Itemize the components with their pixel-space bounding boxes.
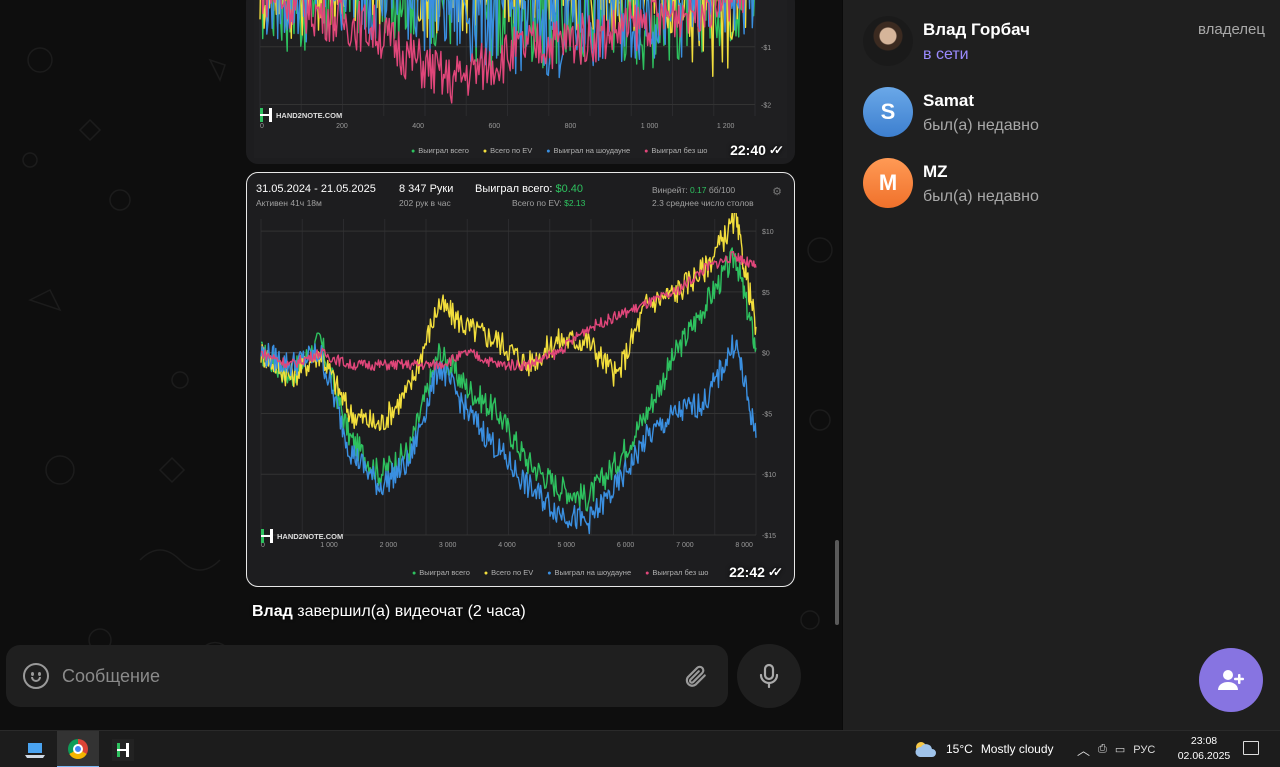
system-tray: ︿ ⎙ ▭ РУС [1077,740,1155,759]
hand2note-icon [112,738,134,761]
chrome-icon [68,738,88,759]
member-role: владелец [1197,21,1265,38]
taskbar-hand2note[interactable] [102,731,144,767]
chart-legend: Выиграл всего Всего по EV Выиграл на шоу… [411,146,707,155]
legend-item-showdown: Выиграл на шоудауне [546,146,630,155]
legend-item-showdown: Выиграл на шоудауне [547,568,631,577]
member-name: Samat [923,91,975,110]
avg-tables: 2.3 среднее число столов [652,198,754,208]
member-name: Влад Горбач [923,20,1031,39]
y-tick-label: $5 [762,290,770,297]
temperature: 15°C [946,742,973,756]
laptop-icon [25,742,45,758]
members-sidebar: Влад Горбач в сети владелец S Samat был(… [842,0,1280,730]
x-tick-label: 5 000 [558,542,576,549]
date-range: 31.05.2024 - 21.05.2025 [256,183,376,195]
message-input[interactable] [62,659,652,693]
message-time: 22:40 ✓✓ [730,142,784,158]
legend-item-won-total: Выиграл всего [411,146,469,155]
y-tick-label: -$15 [762,533,776,540]
y-axis-ticks [758,0,786,116]
hand2note-logo: HAND2NOTE.COM [261,529,343,543]
add-member-button[interactable] [1199,648,1263,712]
member-item-mz[interactable]: M MZ был(а) недавно [863,158,1263,210]
x-tick-label: 7 000 [676,542,694,549]
member-status: в сети [923,46,969,63]
network-icon[interactable]: ▭ [1115,743,1125,756]
chart-settings-gear-icon[interactable]: ⚙ [772,185,782,198]
taskbar-clock[interactable]: 23:08 02.06.2025 [1176,734,1232,764]
taskbar-chrome[interactable] [57,731,99,767]
member-status: был(а) недавно [923,117,1039,134]
taskbar-explorer[interactable] [14,731,56,767]
winrate: Винрейт: 0.17 бб/100 [652,185,736,195]
active-time: Активен 41ч 18м [256,198,322,208]
avatar [863,16,913,66]
weather-text: Mostly cloudy [980,742,1054,756]
member-status: был(а) недавно [923,188,1039,205]
tray-device-icon[interactable]: ⎙ [1098,743,1107,756]
y-tick-label: $10 [762,229,774,236]
x-tick-label: 3 000 [439,542,457,549]
legend-item-non-showdown: Выиграл без шо [645,568,708,577]
system-message-videochat: Влад завершил(а) видеочат (2 часа) [252,603,526,620]
y-tick-label: -$5 [762,411,772,418]
read-checkmarks-icon: ✓✓ [768,143,784,157]
chart-stats-header: 31.05.2024 - 21.05.2025 Активен 41ч 18м … [256,183,774,211]
x-tick-label: 8 000 [735,542,753,549]
hand2note-logo-icon [261,529,273,543]
windows-taskbar: 15°C Mostly cloudy ︿ ⎙ ▭ РУС 23:08 02.06… [0,730,1280,767]
chart-legend: Выиграл всего Всего по EV Выиграл на шоу… [412,568,708,577]
x-tick-label: 6 000 [617,542,635,549]
legend-item-non-showdown: Выиграл без шо [644,146,707,155]
member-item-samat[interactable]: S Samat был(а) недавно [863,87,1263,139]
cloud-sun-icon [915,742,936,757]
voice-message-button[interactable] [737,644,801,708]
hand2note-logo: HAND2NOTE.COM [260,108,342,122]
language-indicator[interactable]: РУС [1133,744,1155,756]
x-tick-label: 0 [261,542,265,549]
notification-icon[interactable] [1243,741,1259,755]
avatar: S [863,87,913,137]
won-total: Выиграл всего: $0.40 [475,183,583,195]
legend-item-ev: Всего по EV [484,568,533,577]
member-item-vlad[interactable]: Влад Горбач в сети владелец [863,16,1265,68]
legend-item-ev: Всего по EV [483,146,532,155]
x-tick-label: 2 000 [380,542,398,549]
microphone-icon [759,663,779,689]
chevron-up-icon[interactable]: ︿ [1077,740,1090,759]
chart-message-previous[interactable]: $0-$1-$202004006008001 0001 200 HAND2NOT… [246,0,795,164]
chart-image-previous[interactable]: $0-$1-$202004006008001 0001 200 HAND2NOT… [254,0,787,158]
message-composer [6,645,728,707]
chart-image[interactable]: $10 $5 $0 -$5 -$10 -$15 0 1 000 2 000 3 000 4 000 5… [255,213,788,553]
message-time: 22:42 ✓✓ [729,564,783,580]
y-tick-label: $0 [762,351,770,358]
hands-per-hour: 202 рук в час [399,198,451,208]
legend-item-won-total: Выиграл всего [412,568,470,577]
chat-area: $0-$1-$202004006008001 0001 200 HAND2NOT… [0,0,842,730]
emoji-icon[interactable] [23,663,49,689]
chart-main-svg: $10 $5 $0 -$5 -$10 -$15 0 1 000 2 000 3 000 4 000 5… [260,213,776,549]
chart-message[interactable]: 31.05.2024 - 21.05.2025 Активен 41ч 18м … [246,172,795,587]
avatar: M [863,158,913,208]
y-tick-label: -$10 [762,472,776,479]
x-tick-label: 1 000 [320,542,338,549]
hand2note-logo-icon [260,108,272,122]
hands-count: 8 347 Руки [399,183,454,195]
weather-widget[interactable]: 15°C Mostly cloudy [912,739,1054,759]
x-axis-ticks [254,126,744,136]
member-name: MZ [923,162,948,181]
x-tick-label: 4 000 [498,542,516,549]
ev-total: Всего по EV: $2.13 [512,198,586,208]
chat-scrollbar[interactable] [835,540,839,625]
read-checkmarks-icon: ✓✓ [767,565,783,579]
paperclip-icon[interactable] [682,663,708,689]
add-user-icon [1218,670,1244,690]
